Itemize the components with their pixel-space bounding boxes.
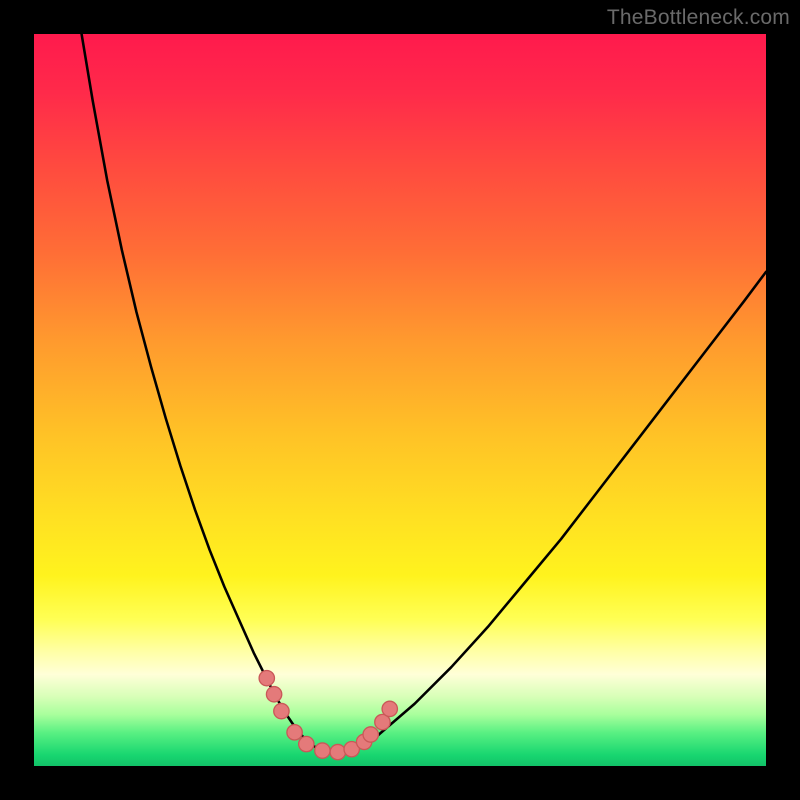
curve-layer: [34, 34, 766, 766]
marker-point: [363, 727, 378, 742]
marker-point: [266, 687, 281, 702]
marker-point: [274, 703, 289, 718]
marker-point: [287, 725, 302, 740]
plot-area: [34, 34, 766, 766]
marker-group: [259, 670, 397, 759]
marker-point: [330, 744, 345, 759]
marker-point: [382, 701, 397, 716]
marker-point: [315, 743, 330, 758]
watermark-text: TheBottleneck.com: [607, 6, 790, 30]
marker-point: [299, 736, 314, 751]
marker-point: [259, 670, 274, 685]
chart-stage: TheBottleneck.com: [0, 0, 800, 800]
bottleneck-curve: [82, 34, 766, 754]
